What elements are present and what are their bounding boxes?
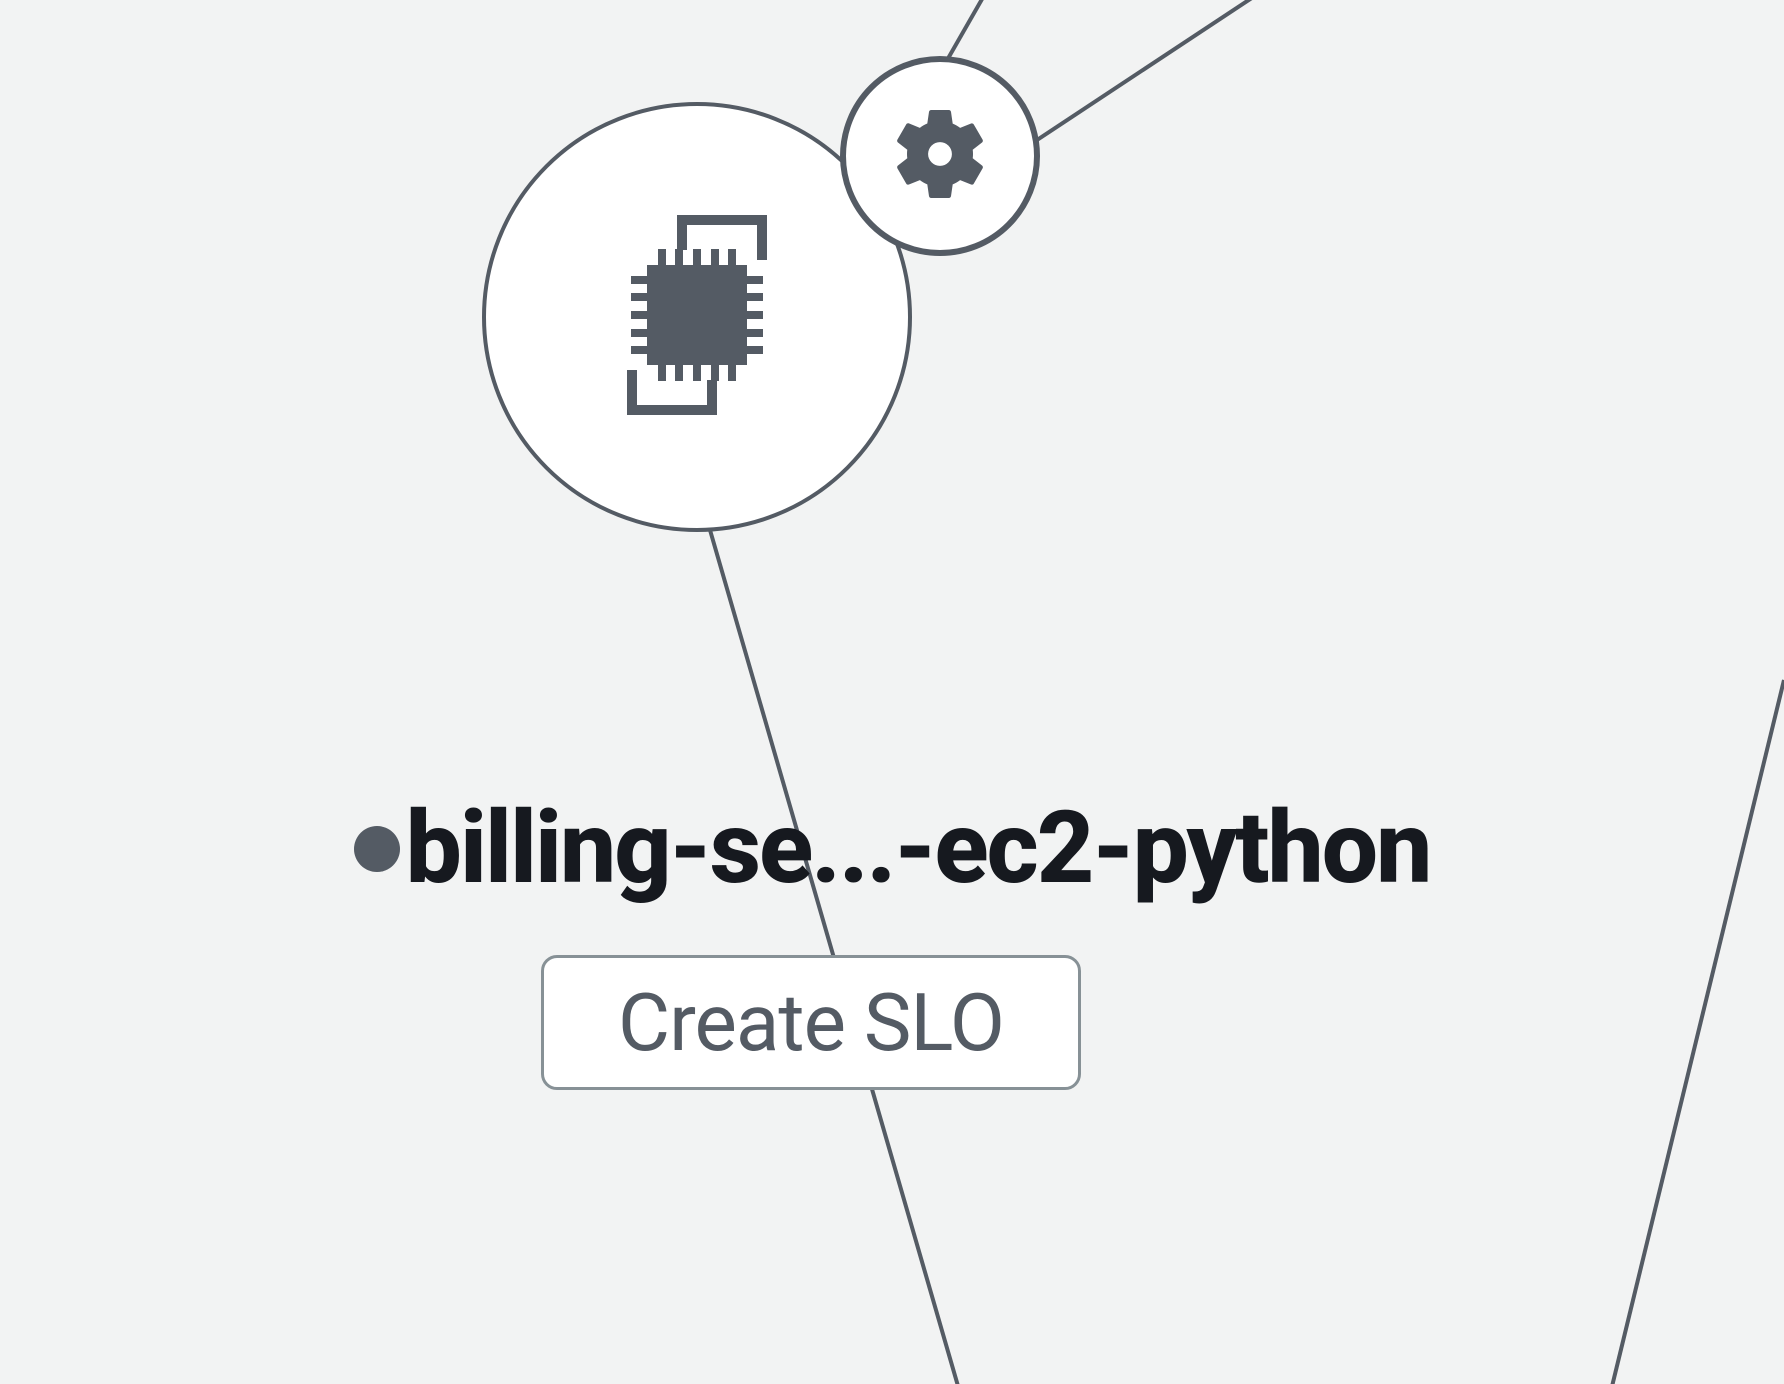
create-slo-label: Create SLO	[618, 976, 1004, 1070]
status-dot	[354, 826, 400, 872]
node-label-row: billing-se...-ec2-python	[0, 790, 1784, 907]
create-slo-button[interactable]: Create SLO	[541, 955, 1081, 1090]
settings-badge[interactable]	[840, 56, 1040, 256]
chip-icon	[567, 185, 827, 449]
node-label: billing-se...-ec2-python	[406, 790, 1431, 907]
gear-icon	[885, 99, 995, 213]
